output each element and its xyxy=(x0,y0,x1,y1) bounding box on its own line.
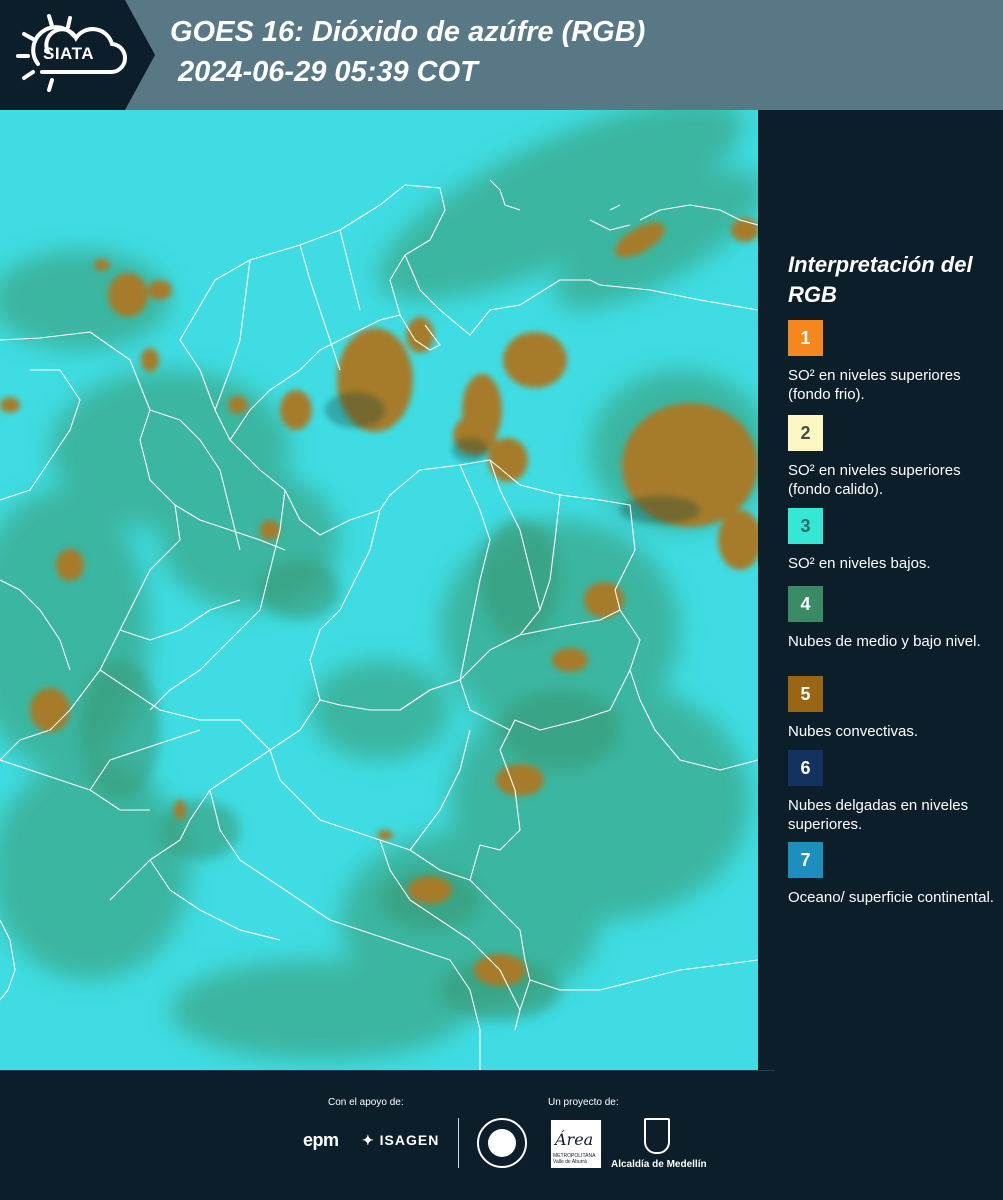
goes16-so2-product: SIATA GOES 16: Dióxido de azúfre (RGB) 2… xyxy=(0,0,1003,1200)
legend-number: 5 xyxy=(800,683,811,704)
legend-item-2: 2 SO² en niveles superiores (fondo calid… xyxy=(788,415,998,499)
area-logo-sub: METROPOLITANA Valle de Aburrá xyxy=(553,1153,596,1165)
seal-emblem-icon xyxy=(488,1129,516,1157)
legend-desc: SO² en niveles superiores (fondo frio). xyxy=(788,367,961,403)
footer-separator xyxy=(0,1070,775,1071)
legend-swatch-4: 4 xyxy=(788,586,823,622)
siata-logo-text: SIATA xyxy=(43,44,94,63)
footer-divider xyxy=(458,1118,459,1168)
legend-number: 6 xyxy=(800,757,811,778)
legend-number: 2 xyxy=(800,422,811,443)
legend-swatch-2: 2 xyxy=(788,415,823,451)
legend-desc: Nubes delgadas en niveles superiores. xyxy=(788,797,969,833)
timestamp: 2024-06-29 05:39 COT xyxy=(178,56,478,88)
legend-desc: Nubes convectivas. xyxy=(788,723,919,740)
legend-item-4: 4 Nubes de medio y bajo nivel. xyxy=(788,586,998,651)
footer: Con el apoyo de: Un proyecto de: epm ✦ I… xyxy=(0,1070,1003,1200)
legend-number: 4 xyxy=(800,593,811,614)
header-bar: SIATA GOES 16: Dióxido de azúfre (RGB) 2… xyxy=(0,0,1003,110)
legend-desc: Nubes de medio y bajo nivel. xyxy=(788,633,981,650)
legend-desc: SO² en niveles bajos. xyxy=(788,555,931,572)
medellin-seal-logo xyxy=(477,1118,527,1168)
support-label: Con el apoyo de: xyxy=(328,1097,404,1108)
area-metropolitana-logo: Área METROPOLITANA Valle de Aburrá xyxy=(551,1120,601,1168)
legend-item-7: 7 Oceano/ superficie continental. xyxy=(788,842,998,907)
alcaldia-shield-icon xyxy=(644,1118,670,1154)
legend-swatch-6: 6 xyxy=(788,750,823,786)
map-svg xyxy=(0,110,758,1070)
legend-item-5: 5 Nubes convectivas. xyxy=(788,676,998,741)
legend-swatch-5: 5 xyxy=(788,676,823,712)
alcaldia-logo-text: Alcaldía de Medellín xyxy=(611,1159,707,1170)
legend-number: 7 xyxy=(800,849,811,870)
project-label: Un proyecto de: xyxy=(548,1097,619,1108)
legend-item-3: 3 SO² en niveles bajos. xyxy=(788,508,998,573)
legend-item-1: 1 SO² en niveles superiores (fondo frio)… xyxy=(788,320,998,404)
legend-desc: SO² en niveles superiores (fondo calido)… xyxy=(788,462,961,498)
legend-panel: Interpretación del RGB 1 SO² en niveles … xyxy=(758,110,1003,1070)
isagen-text: ISAGEN xyxy=(379,1132,440,1148)
siata-logo: SIATA xyxy=(0,0,155,110)
isagen-logo: ✦ ISAGEN xyxy=(362,1132,439,1149)
isagen-icon: ✦ xyxy=(362,1132,380,1148)
legend-swatch-7: 7 xyxy=(788,842,823,878)
epm-logo: epm xyxy=(303,1130,339,1150)
legend-swatch-3: 3 xyxy=(788,508,823,544)
legend-number: 1 xyxy=(800,327,811,348)
legend-desc: Oceano/ superficie continental. xyxy=(788,889,994,906)
satellite-map xyxy=(0,110,758,1070)
legend-swatch-1: 1 xyxy=(788,320,823,356)
area-logo-text: Área xyxy=(555,1130,594,1149)
legend-item-6: 6 Nubes delgadas en niveles superiores. xyxy=(788,750,998,834)
page-title: GOES 16: Dióxido de azúfre (RGB) xyxy=(170,16,646,48)
legend-number: 3 xyxy=(800,515,811,536)
legend-title: Interpretación del RGB xyxy=(788,252,973,307)
